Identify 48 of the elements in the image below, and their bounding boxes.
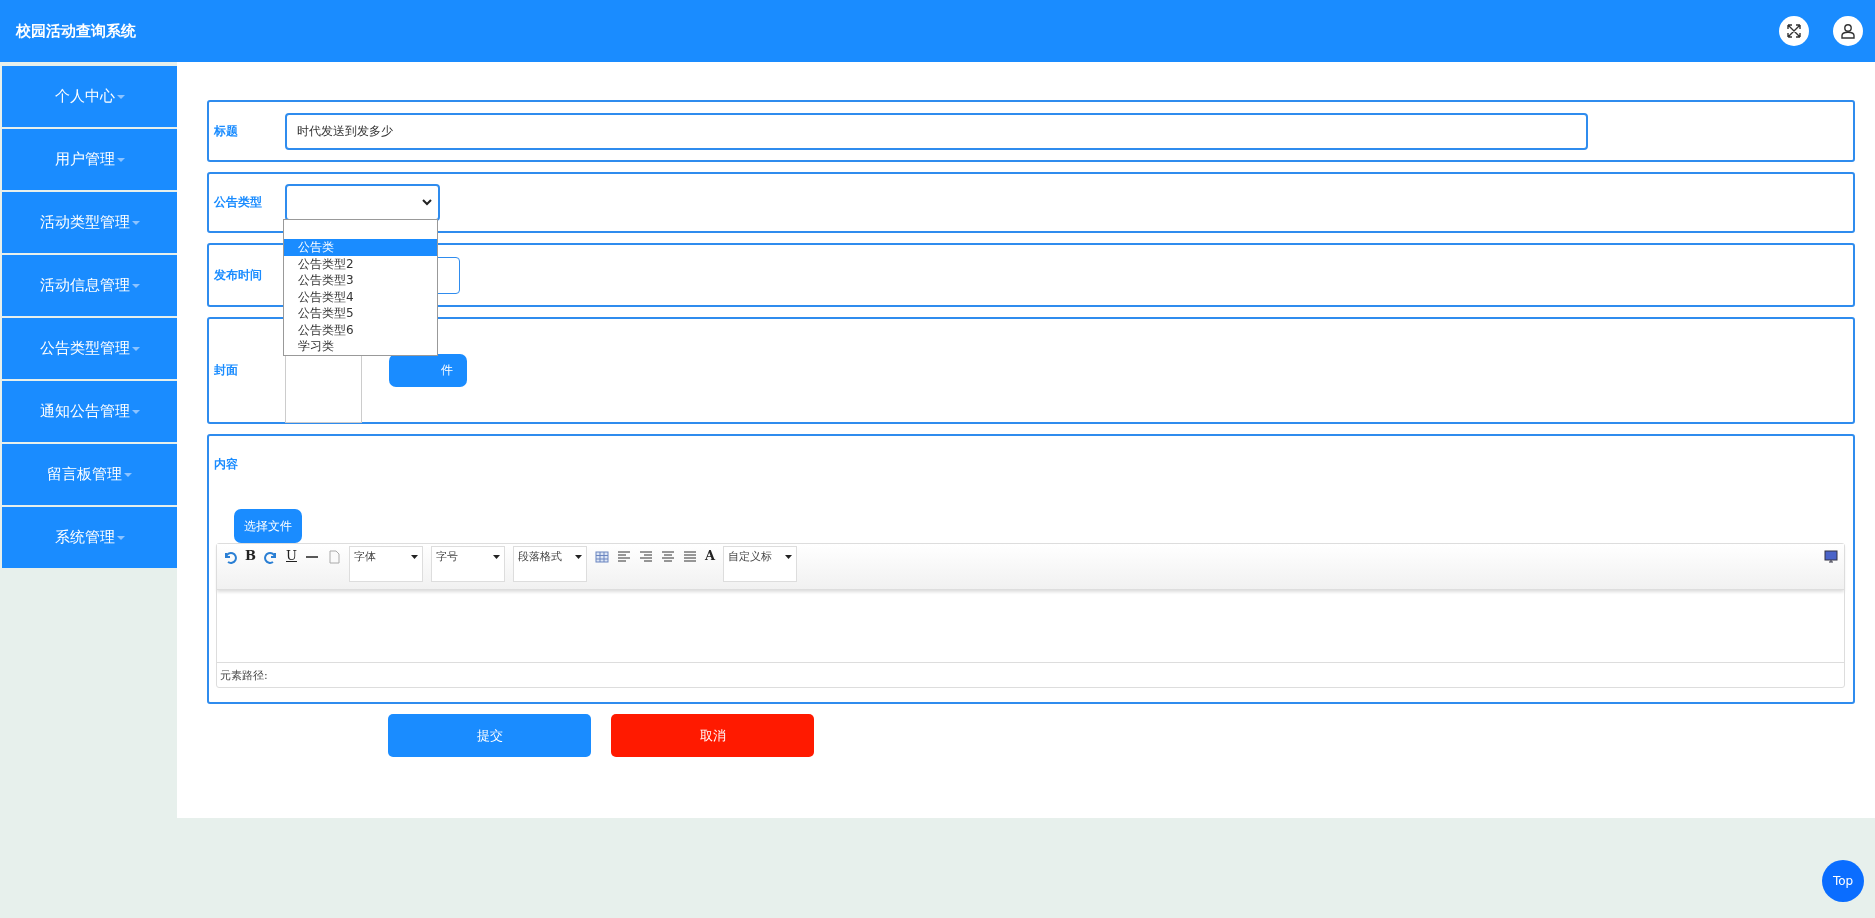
element-path: 元素路径:	[217, 662, 1844, 687]
heading-dropdown[interactable]: 自定义标	[723, 546, 798, 582]
caret-icon	[492, 555, 500, 559]
caret-icon	[124, 472, 132, 477]
caret-icon	[131, 346, 140, 351]
user-icon[interactable]	[1833, 16, 1863, 46]
align-center-icon[interactable]	[660, 550, 675, 564]
caret-icon	[116, 535, 125, 540]
page-icon[interactable]	[326, 550, 341, 564]
align-right-icon[interactable]	[638, 550, 653, 564]
dropdown-option[interactable]: 公告类型3	[284, 272, 437, 289]
field-label: 标题	[214, 122, 239, 140]
monitor-icon[interactable]	[1824, 550, 1838, 564]
caret-icon	[574, 555, 582, 559]
align-left-icon[interactable]	[616, 550, 631, 564]
format-dropdown[interactable]: 字体	[348, 546, 423, 582]
underline-button[interactable]: U	[286, 548, 297, 564]
cancel-button[interactable]: 取消	[611, 714, 814, 757]
type-select[interactable]	[285, 184, 440, 221]
dropdown-option[interactable]: 公告类型2	[284, 255, 437, 272]
field-label: 发布时间	[214, 266, 263, 284]
font-color-button[interactable]: A	[704, 548, 716, 564]
table-icon[interactable]	[594, 550, 609, 564]
dropdown-option[interactable]: 学习类	[284, 338, 437, 355]
caret-icon	[785, 555, 793, 559]
bold-button[interactable]: B	[245, 548, 256, 564]
chevron-icon	[422, 199, 432, 206]
title-field[interactable]: 时代发送到发多少	[285, 112, 1588, 150]
caret-icon	[116, 94, 125, 99]
dropdown-option[interactable]: 公告类型6	[284, 321, 437, 338]
caret-icon	[131, 283, 140, 288]
format-dropdown[interactable]: 段落格式	[512, 546, 587, 582]
caret-icon	[116, 157, 125, 162]
field-label: 封面	[214, 362, 239, 379]
field-label: 公告类型	[214, 194, 263, 211]
undo-icon[interactable]	[223, 550, 237, 564]
caret-icon	[131, 409, 140, 414]
app-title: 校园活动查询系统	[16, 21, 137, 41]
dropdown-option[interactable]: 公告类型4	[284, 288, 437, 305]
caret-icon	[131, 220, 140, 225]
top-button[interactable]: Top	[1822, 860, 1864, 902]
redo-icon[interactable]	[264, 550, 278, 564]
field-label: 内容	[214, 456, 239, 473]
dropdown-option[interactable]: 公告类型5	[284, 305, 437, 322]
format-dropdown[interactable]: 字号	[430, 546, 505, 582]
caret-icon	[410, 555, 418, 559]
justify-icon[interactable]	[682, 550, 697, 564]
fullscreen-icon[interactable]	[1779, 16, 1809, 46]
